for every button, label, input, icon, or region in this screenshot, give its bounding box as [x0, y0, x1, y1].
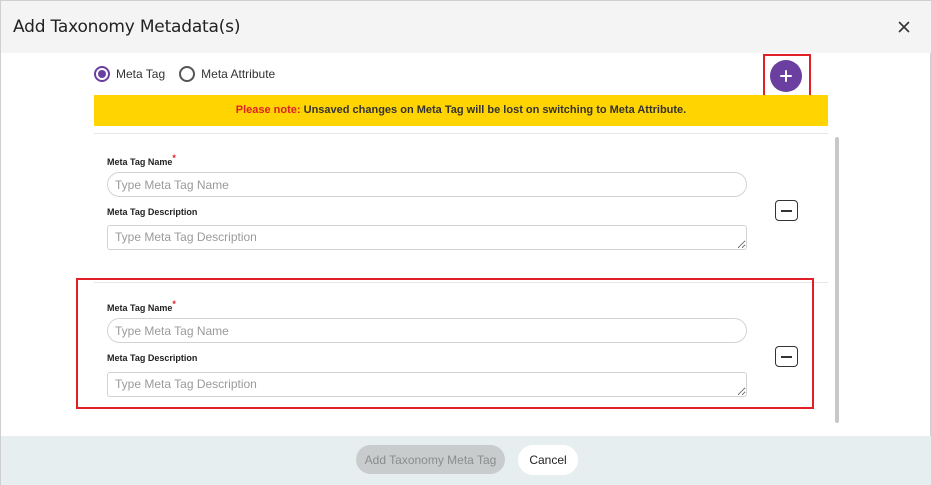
meta-tag-description-textarea[interactable]: [107, 372, 747, 397]
remove-entry-button[interactable]: [775, 200, 798, 221]
entries-scrollbar[interactable]: [835, 137, 839, 423]
metadata-type-radio-group: Meta Tag Meta Attribute: [94, 65, 289, 83]
meta-tag-description-label: Meta Tag Description: [107, 207, 198, 217]
meta-tag-description-label: Meta Tag Description: [107, 353, 198, 363]
radio-label-meta-tag: Meta Tag: [116, 67, 166, 81]
minus-icon: [781, 355, 792, 358]
minus-icon: [781, 209, 792, 212]
radio-button-meta-attribute[interactable]: [179, 66, 196, 82]
meta-tag-name-label: Meta Tag Name*: [107, 299, 176, 313]
plus-icon: [780, 70, 792, 82]
unsaved-changes-notice: Please note: Unsaved changes on Meta Tag…: [94, 95, 828, 126]
notice-label: Please note:: [235, 104, 301, 116]
meta-tag-name-input[interactable]: [107, 172, 747, 197]
entry-separator: [94, 133, 828, 134]
cancel-button[interactable]: Cancel: [518, 445, 578, 475]
radio-button-meta-tag[interactable]: [94, 66, 110, 82]
meta-tag-name-label: Meta Tag Name*: [107, 153, 176, 167]
add-entry-button[interactable]: [770, 60, 802, 92]
dialog-title: Add Taxonomy Metadata(s): [13, 17, 241, 37]
radio-option-meta-tag[interactable]: Meta Tag: [94, 66, 165, 82]
dialog-header: Add Taxonomy Metadata(s): [1, 1, 931, 53]
meta-tag-description-textarea[interactable]: [107, 225, 747, 250]
add-taxonomy-metadata-dialog: Add Taxonomy Metadata(s) Meta Tag Meta A…: [0, 0, 931, 485]
required-mark: *: [172, 299, 176, 309]
radio-label-meta-attribute: Meta Attribute: [201, 67, 276, 81]
close-icon[interactable]: [896, 19, 912, 35]
required-mark: *: [172, 153, 176, 163]
remove-entry-button[interactable]: [775, 346, 798, 367]
add-taxonomy-meta-tag-button[interactable]: Add Taxonomy Meta Tag: [356, 445, 505, 474]
meta-tag-name-input[interactable]: [107, 318, 747, 343]
radio-option-meta-attribute[interactable]: Meta Attribute: [179, 66, 275, 82]
notice-text: Unsaved changes on Meta Tag will be lost…: [300, 104, 687, 116]
